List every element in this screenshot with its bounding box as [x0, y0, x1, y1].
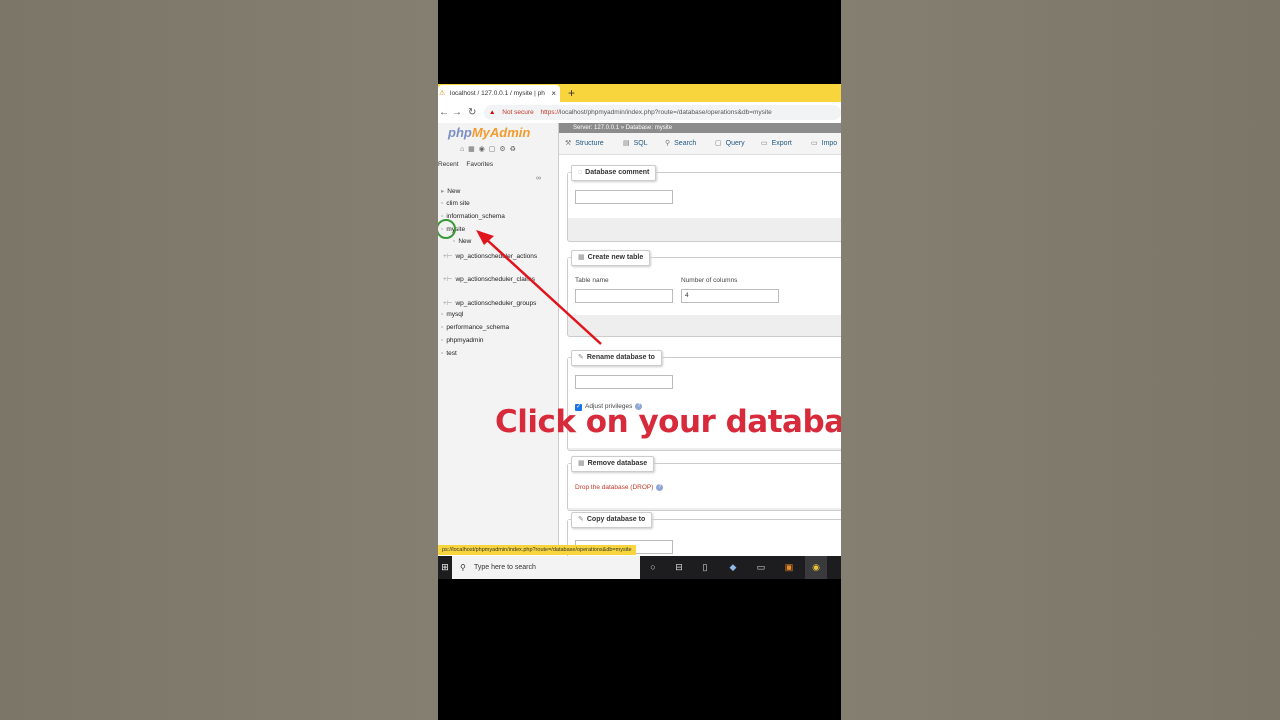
blurred-background-left: [0, 0, 438, 720]
annotation-caption: Click on your database: [495, 404, 841, 440]
blurred-background-right: [841, 0, 1280, 720]
screen: ⚠ localhost / 127.0.0.1 / mysite | ph × …: [438, 84, 841, 579]
red-arrow-annotation: [476, 230, 602, 345]
arrow-shaft: [485, 238, 602, 345]
video-frame: ⚠ localhost / 127.0.0.1 / mysite | ph × …: [438, 0, 841, 720]
